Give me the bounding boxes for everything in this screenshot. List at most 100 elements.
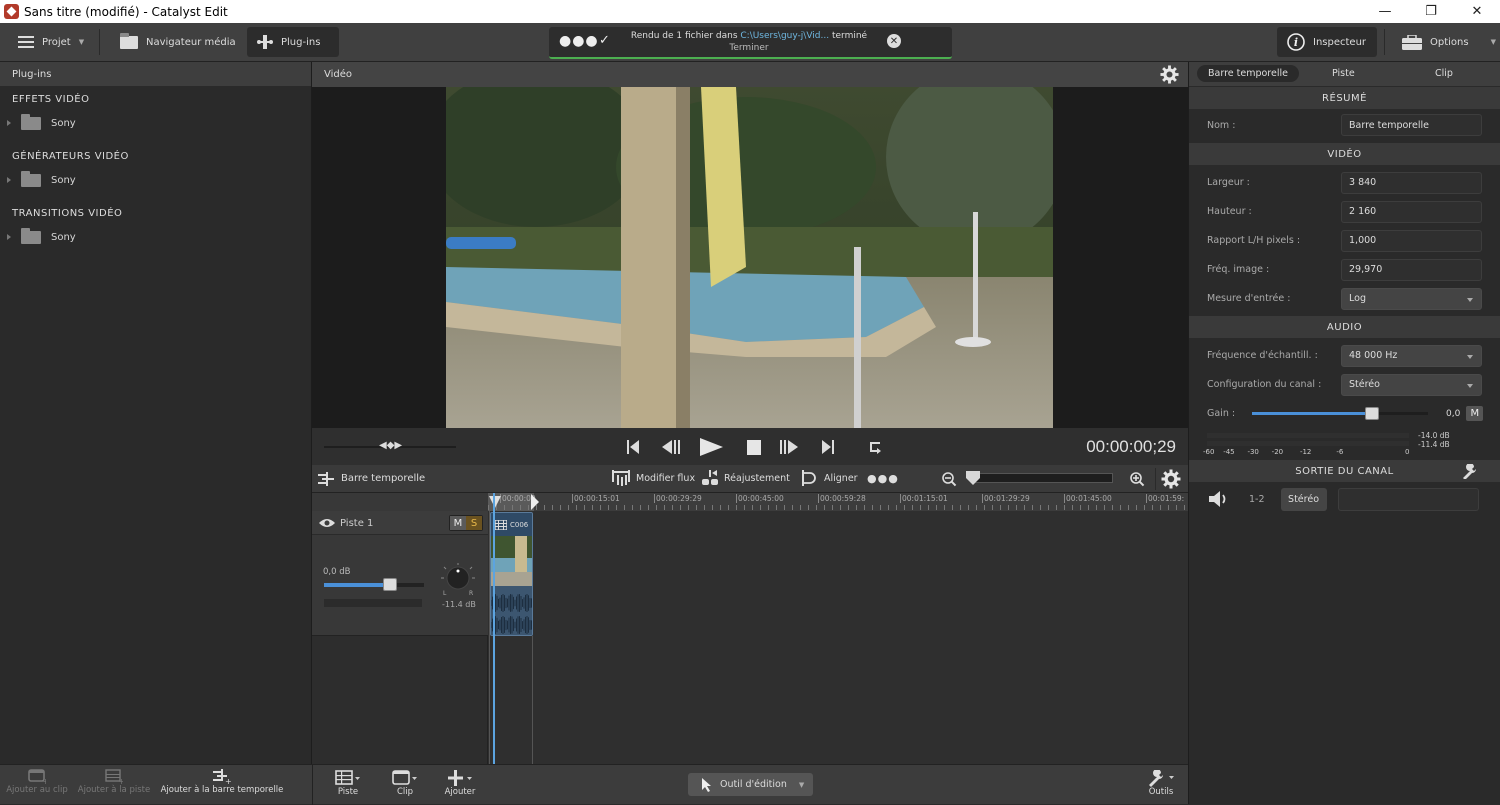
hamburger-icon	[18, 36, 34, 48]
timeline-ruler[interactable]: 00:00:00 00:00:15:01 00:00:29:29 00:00:45:0…	[488, 493, 1188, 511]
scrub-handle-icon[interactable]: ◀◆▶	[379, 440, 402, 451]
info-icon: i	[1287, 33, 1305, 51]
add-to-track-button[interactable]: + Ajouter à la piste	[76, 769, 152, 795]
expand-arrow-icon[interactable]	[7, 234, 11, 240]
more-icon[interactable]: ●●●	[867, 472, 899, 485]
previous-frame-icon[interactable]	[662, 440, 682, 454]
input-measure-row: Mesure d'entrée : Log	[1189, 284, 1500, 313]
plugins-panel-header: Plug-ins	[0, 62, 311, 86]
track-name[interactable]: Piste 1	[340, 518, 373, 529]
align-button[interactable]: Aligner	[802, 470, 858, 486]
timeline-clip[interactable]: C006	[490, 512, 533, 636]
mute-button[interactable]: M	[450, 516, 466, 530]
ruler-minor-tick	[568, 505, 569, 510]
track-menu-label: Piste	[337, 787, 359, 797]
options-button[interactable]: Options ▼	[1392, 27, 1500, 57]
dismiss-notification-icon[interactable]: ✕	[887, 34, 901, 48]
section-video: VIDÉO	[1189, 143, 1500, 165]
video-preview[interactable]	[312, 87, 1188, 428]
gain-slider[interactable]	[1252, 407, 1428, 420]
add-to-clip-label: Ajouter au clip	[6, 785, 68, 795]
expand-arrow-icon[interactable]	[7, 120, 11, 126]
settings-gear-icon[interactable]	[1160, 65, 1179, 84]
channel-output-header: SORTIE DU CANAL	[1295, 465, 1394, 477]
folder-icon	[21, 113, 41, 130]
modify-flow-button[interactable]: Modifier flux	[612, 470, 695, 486]
more-icon[interactable]: ●●●	[559, 33, 599, 49]
playhead-out-marker[interactable]	[531, 494, 541, 510]
width-row: Largeur : 3 840	[1189, 168, 1500, 197]
tab-timeline[interactable]: Barre temporelle	[1197, 65, 1299, 82]
next-frame-icon[interactable]	[780, 440, 800, 454]
meter-bar-left	[1207, 433, 1409, 438]
speaker-icon[interactable]	[1209, 491, 1231, 507]
close-window-button[interactable]: ✕	[1454, 0, 1500, 23]
sample-rate-select[interactable]: 48 000 Hz	[1341, 344, 1482, 367]
meter-scale-label: -6	[1336, 448, 1344, 456]
playhead-line[interactable]	[493, 493, 495, 764]
loop-icon[interactable]	[868, 440, 882, 455]
ruler-minor-tick	[1112, 505, 1113, 510]
gain-mute-button[interactable]: M	[1466, 406, 1484, 421]
play-icon[interactable]	[700, 438, 723, 456]
zoom-out-icon[interactable]	[942, 472, 957, 487]
gain-slider-handle[interactable]	[1364, 407, 1379, 420]
ruler-minor-tick	[864, 505, 865, 510]
frame-rate-field[interactable]: 29,970	[1341, 258, 1482, 281]
zoom-slider-track[interactable]	[972, 473, 1113, 483]
plugins-button[interactable]: Plug-ins	[247, 27, 339, 57]
width-field[interactable]: 3 840	[1341, 171, 1482, 194]
name-field[interactable]: Barre temporelle	[1341, 114, 1482, 136]
skip-to-start-icon[interactable]	[627, 440, 639, 454]
clip-menu-label: Clip	[396, 787, 414, 797]
track-menu-button[interactable]: Piste	[328, 770, 368, 797]
track-volume-slider[interactable]	[324, 578, 424, 591]
pan-knob[interactable]	[440, 563, 476, 593]
ruler-minor-tick	[544, 505, 545, 510]
zoom-slider-handle[interactable]	[966, 471, 980, 485]
folder-item[interactable]: Sony	[0, 224, 311, 250]
add-menu-button[interactable]: Ajouter	[438, 770, 482, 797]
inspector-tabs: Barre temporelle Piste Clip	[1189, 62, 1500, 86]
playhead-in-marker[interactable]	[489, 494, 503, 510]
tab-clip[interactable]: Clip	[1435, 68, 1453, 79]
inspector-button[interactable]: i Inspecteur	[1277, 27, 1377, 57]
preview-image	[446, 87, 1053, 428]
media-browser-button[interactable]: Navigateur média	[110, 27, 246, 57]
input-measure-select[interactable]: Log	[1341, 287, 1482, 310]
clip-menu-button[interactable]: Clip	[385, 770, 425, 797]
add-to-timeline-label: Ajouter à la barre temporelle	[160, 785, 284, 795]
add-to-timeline-button[interactable]: + Ajouter à la barre temporelle	[158, 769, 286, 795]
expand-arrow-icon[interactable]	[7, 177, 11, 183]
ruler-tick-label: 00:00:29:29	[654, 494, 702, 503]
folder-item[interactable]: Sony	[0, 110, 311, 136]
minimize-button[interactable]: —	[1362, 0, 1408, 23]
zoom-in-icon[interactable]	[1130, 472, 1145, 487]
stereo-button[interactable]: Stéréo	[1280, 487, 1327, 511]
svg-text:+: +	[225, 777, 231, 784]
notification-path[interactable]: C:\Users\guy-j\Vid...	[740, 31, 829, 41]
edit-tool-dropdown[interactable]: Outil d'édition ▼	[688, 773, 813, 796]
add-to-clip-button[interactable]: + Ajouter au clip	[6, 769, 68, 795]
volume-slider-handle[interactable]	[383, 578, 397, 591]
stop-icon[interactable]	[747, 440, 761, 455]
tools-menu-button[interactable]: Outils	[1140, 769, 1182, 797]
timeline-toolbar: Barre temporelle Modifier flux Réajustem…	[312, 465, 1188, 493]
tab-track[interactable]: Piste	[1332, 68, 1355, 79]
folder-item[interactable]: Sony	[0, 167, 311, 193]
solo-button[interactable]: S	[466, 516, 482, 530]
timeline-settings-gear-icon[interactable]	[1161, 469, 1181, 489]
wrench-icon[interactable]	[1462, 464, 1478, 479]
eye-icon[interactable]	[319, 518, 335, 528]
project-menu-button[interactable]: Projet ▼	[8, 27, 94, 57]
channel-config-select[interactable]: Stéréo	[1341, 373, 1482, 396]
plugins-label: Plug-ins	[281, 36, 321, 48]
channel-output-field[interactable]	[1337, 487, 1479, 511]
pixel-aspect-field[interactable]: 1,000	[1341, 229, 1482, 252]
maximize-button[interactable]: ❐	[1408, 0, 1454, 23]
inspector-panel: Barre temporelle Piste Clip RÉSUMÉ Nom :…	[1188, 62, 1500, 804]
height-field[interactable]: 2 160	[1341, 200, 1482, 223]
readjust-button[interactable]: Réajustement	[702, 470, 790, 486]
ruler-minor-tick	[520, 505, 521, 510]
skip-to-end-icon[interactable]	[822, 440, 834, 454]
